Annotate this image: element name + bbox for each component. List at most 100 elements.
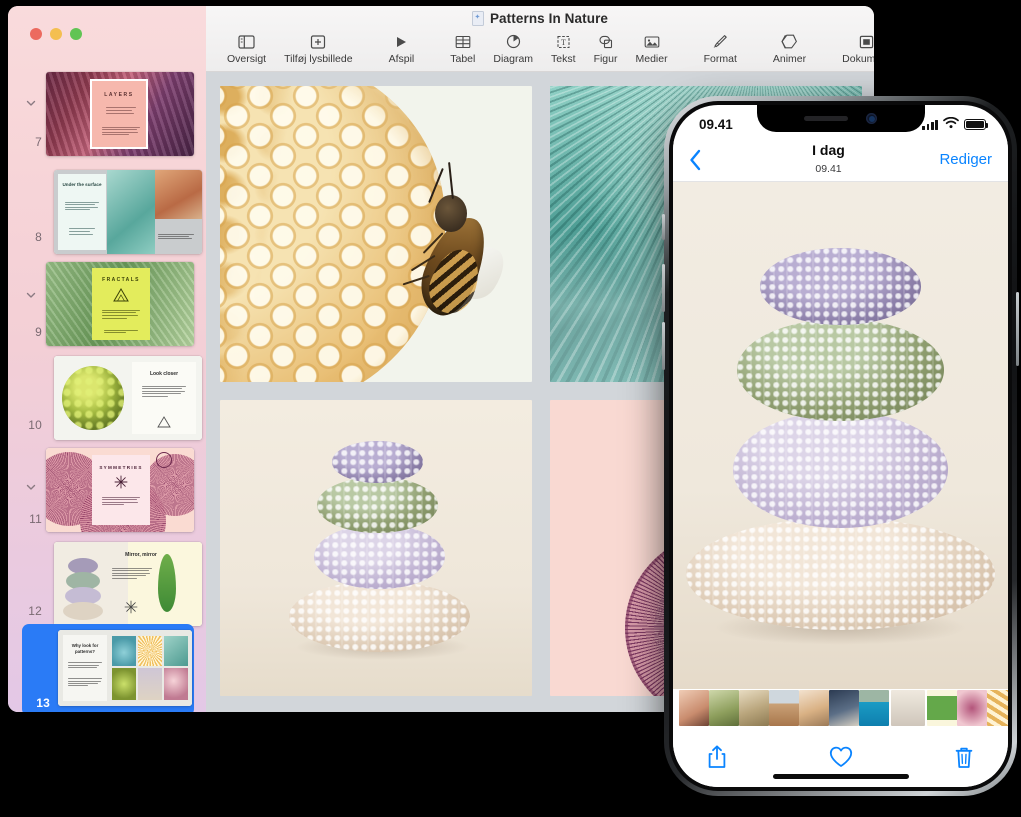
canvas-photo-honeycomb-with-bee[interactable] bbox=[220, 86, 532, 382]
triangle-icon bbox=[157, 416, 171, 428]
svg-text:T: T bbox=[561, 38, 566, 47]
front-camera bbox=[866, 113, 877, 124]
share-button[interactable] bbox=[707, 745, 727, 769]
phone-screen[interactable]: 09.41 bbox=[673, 105, 1008, 787]
slide-list[interactable]: 7 LAYERS bbox=[8, 66, 206, 712]
slide-number: 11 bbox=[8, 512, 42, 526]
keynote-document-icon: ✦ bbox=[472, 11, 484, 26]
window-traffic-lights[interactable] bbox=[30, 28, 82, 40]
toolbar-label: Tilføj lysbillede bbox=[284, 53, 352, 65]
pie-chart-icon bbox=[506, 32, 521, 51]
nav-subtitle: 09.41 bbox=[815, 163, 841, 175]
document-square-icon bbox=[859, 32, 874, 51]
filmstrip-thumb-eye-closeup[interactable] bbox=[679, 690, 709, 726]
toolbar-button-tabel[interactable]: Tabel bbox=[441, 32, 484, 65]
toolbar-button-animer[interactable]: Animer bbox=[764, 32, 815, 65]
bee-illustration bbox=[407, 187, 501, 329]
filmstrip-thumb-green-leaf[interactable] bbox=[927, 690, 957, 726]
disclosure-chevron-icon[interactable] bbox=[24, 96, 38, 110]
toolbar-label: Animer bbox=[773, 53, 806, 65]
toolbar-label: Format bbox=[704, 53, 737, 65]
filmstrip-thumb-cactus-desert[interactable] bbox=[739, 690, 769, 726]
slide-thumb-art[interactable]: FRACTALS bbox=[46, 262, 194, 346]
phone-bezel: 09.41 bbox=[669, 101, 1012, 791]
filmstrip-thumb-blue-sea-cliffs[interactable] bbox=[859, 690, 889, 726]
mute-switch[interactable] bbox=[662, 214, 665, 240]
slide-number: 9 bbox=[8, 325, 42, 339]
slide-number: 7 bbox=[8, 135, 42, 149]
toolbar-label: Oversigt bbox=[227, 53, 266, 65]
back-button[interactable] bbox=[689, 149, 723, 171]
slide-thumb-art[interactable]: Why look for patterns? bbox=[58, 630, 192, 706]
home-indicator[interactable] bbox=[773, 774, 909, 779]
filmstrip-thumb-pink-diatom[interactable] bbox=[957, 690, 987, 726]
share-icon bbox=[707, 745, 727, 769]
filmstrip-thumb-desert-dunes[interactable] bbox=[769, 690, 799, 726]
photo-filmstrip[interactable] bbox=[673, 689, 1008, 727]
toolbar-button-tilfoj-lysbillede[interactable]: Tilføj lysbillede bbox=[275, 32, 361, 65]
animate-diamond-icon bbox=[781, 32, 799, 51]
slide-number: 12 bbox=[8, 604, 42, 618]
zoom-button[interactable] bbox=[70, 28, 82, 40]
paintbrush-icon bbox=[712, 32, 728, 51]
asterisk-icon bbox=[124, 600, 138, 614]
toolbar-button-figur[interactable]: Figur bbox=[585, 32, 627, 65]
slide-thumb-title: SYMMETRIES bbox=[92, 465, 150, 470]
table-icon bbox=[455, 32, 471, 51]
media-image-icon bbox=[644, 32, 660, 51]
slide-thumb-art[interactable]: LAYERS bbox=[46, 72, 194, 156]
favorite-button[interactable] bbox=[829, 746, 853, 768]
toolbar-button-tekst[interactable]: T Tekst bbox=[542, 32, 585, 65]
toolbar-label: Tekst bbox=[551, 53, 576, 65]
filmstrip-thumb-woman-portrait[interactable] bbox=[799, 690, 829, 726]
toolbar-label: Figur bbox=[594, 53, 618, 65]
slide-number: 13 bbox=[10, 696, 50, 710]
window-title-bar: ✦ Patterns In Nature bbox=[206, 6, 874, 30]
screenshot-root: 7 LAYERS bbox=[0, 0, 1021, 817]
slide-thumb-art[interactable]: Under the surface bbox=[54, 170, 202, 254]
toolbar-label: Dokument bbox=[842, 53, 874, 65]
status-time: 09.41 bbox=[699, 117, 733, 132]
filmstrip-thumb-man-portrait[interactable] bbox=[829, 690, 859, 726]
app-toolbar: ✦ Patterns In Nature Oversigt Tilføj lys… bbox=[206, 6, 874, 72]
power-button[interactable] bbox=[1016, 292, 1019, 366]
slide-thumb-art[interactable]: Look closer bbox=[54, 356, 202, 440]
cellular-bars-icon bbox=[922, 120, 938, 130]
disclosure-chevron-icon[interactable] bbox=[24, 480, 38, 494]
disclosure-chevron-icon[interactable] bbox=[24, 288, 38, 302]
toolbar-button-format[interactable]: Format bbox=[695, 32, 746, 65]
toolbar-button-dokument[interactable]: Dokument bbox=[833, 32, 874, 65]
play-icon bbox=[394, 32, 408, 51]
slide-thumb-art[interactable]: SYMMETRIES bbox=[46, 448, 194, 532]
filmstrip-thumb-honeycomb[interactable] bbox=[987, 690, 1008, 726]
toolbar-button-oversigt[interactable]: Oversigt bbox=[218, 32, 275, 65]
slide-thumb-title: Mirror, mirror bbox=[112, 552, 170, 558]
volume-up-button[interactable] bbox=[662, 264, 665, 312]
toolbar-label: Afspil bbox=[389, 53, 415, 65]
toolbar-label: Tabel bbox=[450, 53, 475, 65]
nav-title-group: I dag 09.41 bbox=[723, 143, 934, 177]
toolbar-button-medier[interactable]: Medier bbox=[627, 32, 677, 65]
canvas-photo-stacked-sea-urchins[interactable] bbox=[220, 400, 532, 696]
close-button[interactable] bbox=[30, 28, 42, 40]
toolbar-label: Medier bbox=[636, 53, 668, 65]
phone-notch bbox=[757, 105, 925, 132]
toolbar-items: Oversigt Tilføj lysbillede Afspil bbox=[206, 30, 874, 72]
photo-viewer[interactable] bbox=[673, 182, 1008, 691]
slide-thumb-title: Under the surface bbox=[58, 182, 106, 189]
nav-title: I dag bbox=[812, 142, 845, 158]
toolbar-button-afspil[interactable]: Afspil bbox=[380, 32, 424, 65]
slide-thumb-art[interactable]: Mirror, mirror bbox=[54, 542, 202, 626]
volume-down-button[interactable] bbox=[662, 322, 665, 370]
text-box-icon: T bbox=[556, 32, 571, 51]
minimize-button[interactable] bbox=[50, 28, 62, 40]
slide-thumb-title: Why look for patterns? bbox=[63, 643, 107, 655]
filmstrip-thumb-cactus-green[interactable] bbox=[709, 690, 739, 726]
slide-number: 8 bbox=[8, 230, 42, 244]
slide-thumb-title: Look closer bbox=[132, 371, 196, 377]
edit-button[interactable]: Rediger bbox=[934, 151, 992, 168]
plus-box-icon bbox=[310, 32, 326, 51]
delete-button[interactable] bbox=[954, 746, 974, 769]
toolbar-button-diagram[interactable]: Diagram bbox=[484, 32, 542, 65]
filmstrip-thumb-stacked-stones[interactable] bbox=[891, 690, 925, 726]
